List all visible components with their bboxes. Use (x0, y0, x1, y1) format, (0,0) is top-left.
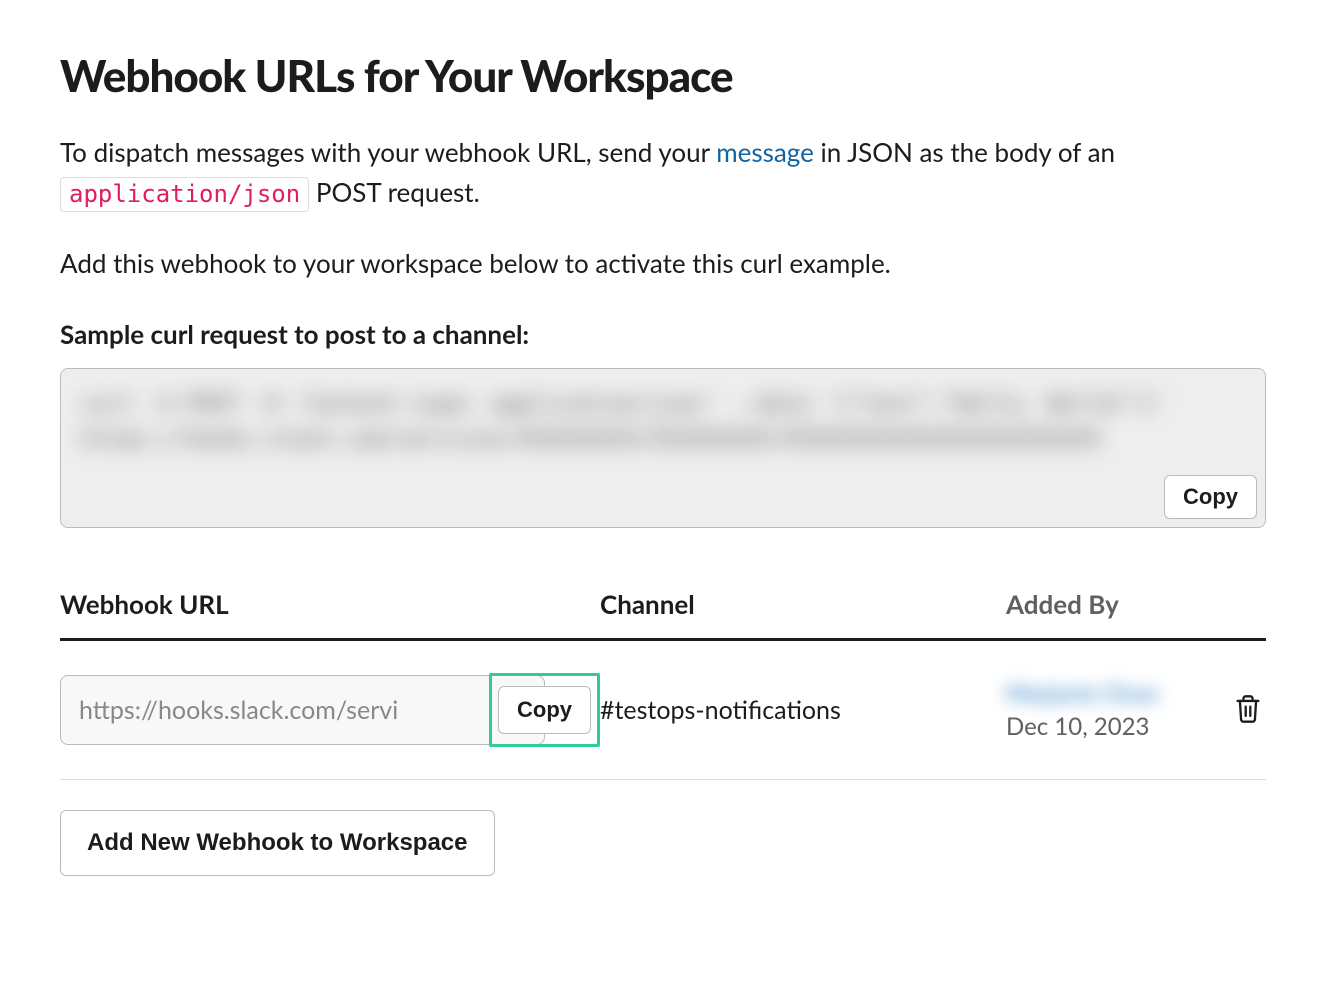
added-by-date: Dec 10, 2023 (1006, 712, 1216, 741)
copy-sample-button[interactable]: Copy (1164, 475, 1257, 519)
webhook-channel: #testops-notifications (600, 639, 1006, 779)
message-link[interactable]: message (716, 136, 814, 168)
trash-icon (1234, 694, 1262, 724)
webhook-url-text: https://hooks.slack.com/servi (79, 695, 538, 725)
webhook-url-copy-highlight: Copy (489, 673, 600, 747)
add-new-webhook-button[interactable]: Add New Webhook to Workspace (60, 810, 495, 876)
description-middle: in JSON as the body of an (814, 136, 1115, 168)
sample-curl-content-blurred: curl -X POST -H 'Content-type: applicati… (81, 387, 1245, 457)
table-row: https://hooks.slack.com/servi Copy #test… (60, 639, 1266, 779)
webhook-added-by: Marjorie Chun Dec 10, 2023 (1006, 639, 1216, 779)
col-header-actions (1216, 588, 1266, 640)
sample-curl-block: curl -X POST -H 'Content-type: applicati… (60, 368, 1266, 528)
description-suffix: POST request. (309, 176, 480, 208)
sample-curl-label: Sample curl request to post to a channel… (60, 318, 1266, 350)
webhook-table: Webhook URL Channel Added By https://hoo… (60, 588, 1266, 780)
description-prefix: To dispatch messages with your webhook U… (60, 136, 716, 168)
content-type-code: application/json (60, 177, 309, 212)
delete-webhook-button[interactable] (1230, 690, 1266, 728)
col-header-added-by: Added By (1006, 588, 1216, 640)
col-header-url: Webhook URL (60, 588, 600, 640)
copy-webhook-url-button[interactable]: Copy (498, 686, 591, 734)
page-title: Webhook URLs for Your Workspace (60, 50, 1266, 102)
col-header-channel: Channel (600, 588, 1006, 640)
added-by-name-blurred: Marjorie Chun (1006, 679, 1216, 708)
description-paragraph: To dispatch messages with your webhook U… (60, 132, 1266, 213)
activation-note: Add this webhook to your workspace below… (60, 243, 1266, 283)
webhook-url-box: https://hooks.slack.com/servi (60, 675, 545, 745)
